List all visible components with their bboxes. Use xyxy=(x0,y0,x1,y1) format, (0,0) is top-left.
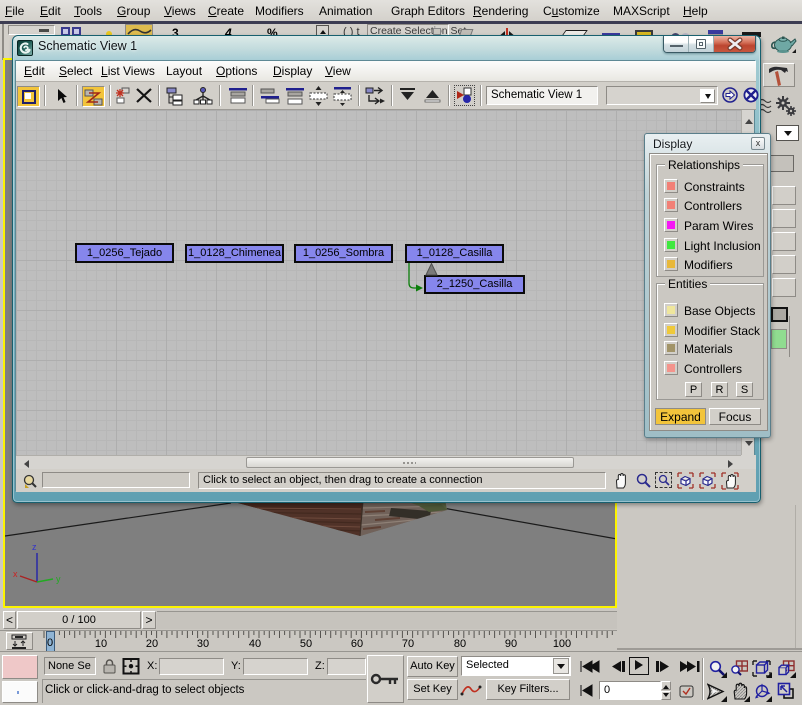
svg-text:80: 80 xyxy=(454,638,466,650)
svg-text:70: 70 xyxy=(402,638,414,650)
svg-text:20: 20 xyxy=(146,638,158,650)
svg-text:z: z xyxy=(32,542,37,552)
svg-text:x: x xyxy=(13,569,18,579)
svg-text:50: 50 xyxy=(300,638,312,650)
svg-text:y: y xyxy=(56,574,61,584)
svg-text:100: 100 xyxy=(553,638,571,650)
svg-text:40: 40 xyxy=(249,638,261,650)
svg-text:10: 10 xyxy=(95,638,107,650)
svg-text:90: 90 xyxy=(505,638,517,650)
svg-text:30: 30 xyxy=(197,638,209,650)
svg-text:60: 60 xyxy=(351,638,363,650)
